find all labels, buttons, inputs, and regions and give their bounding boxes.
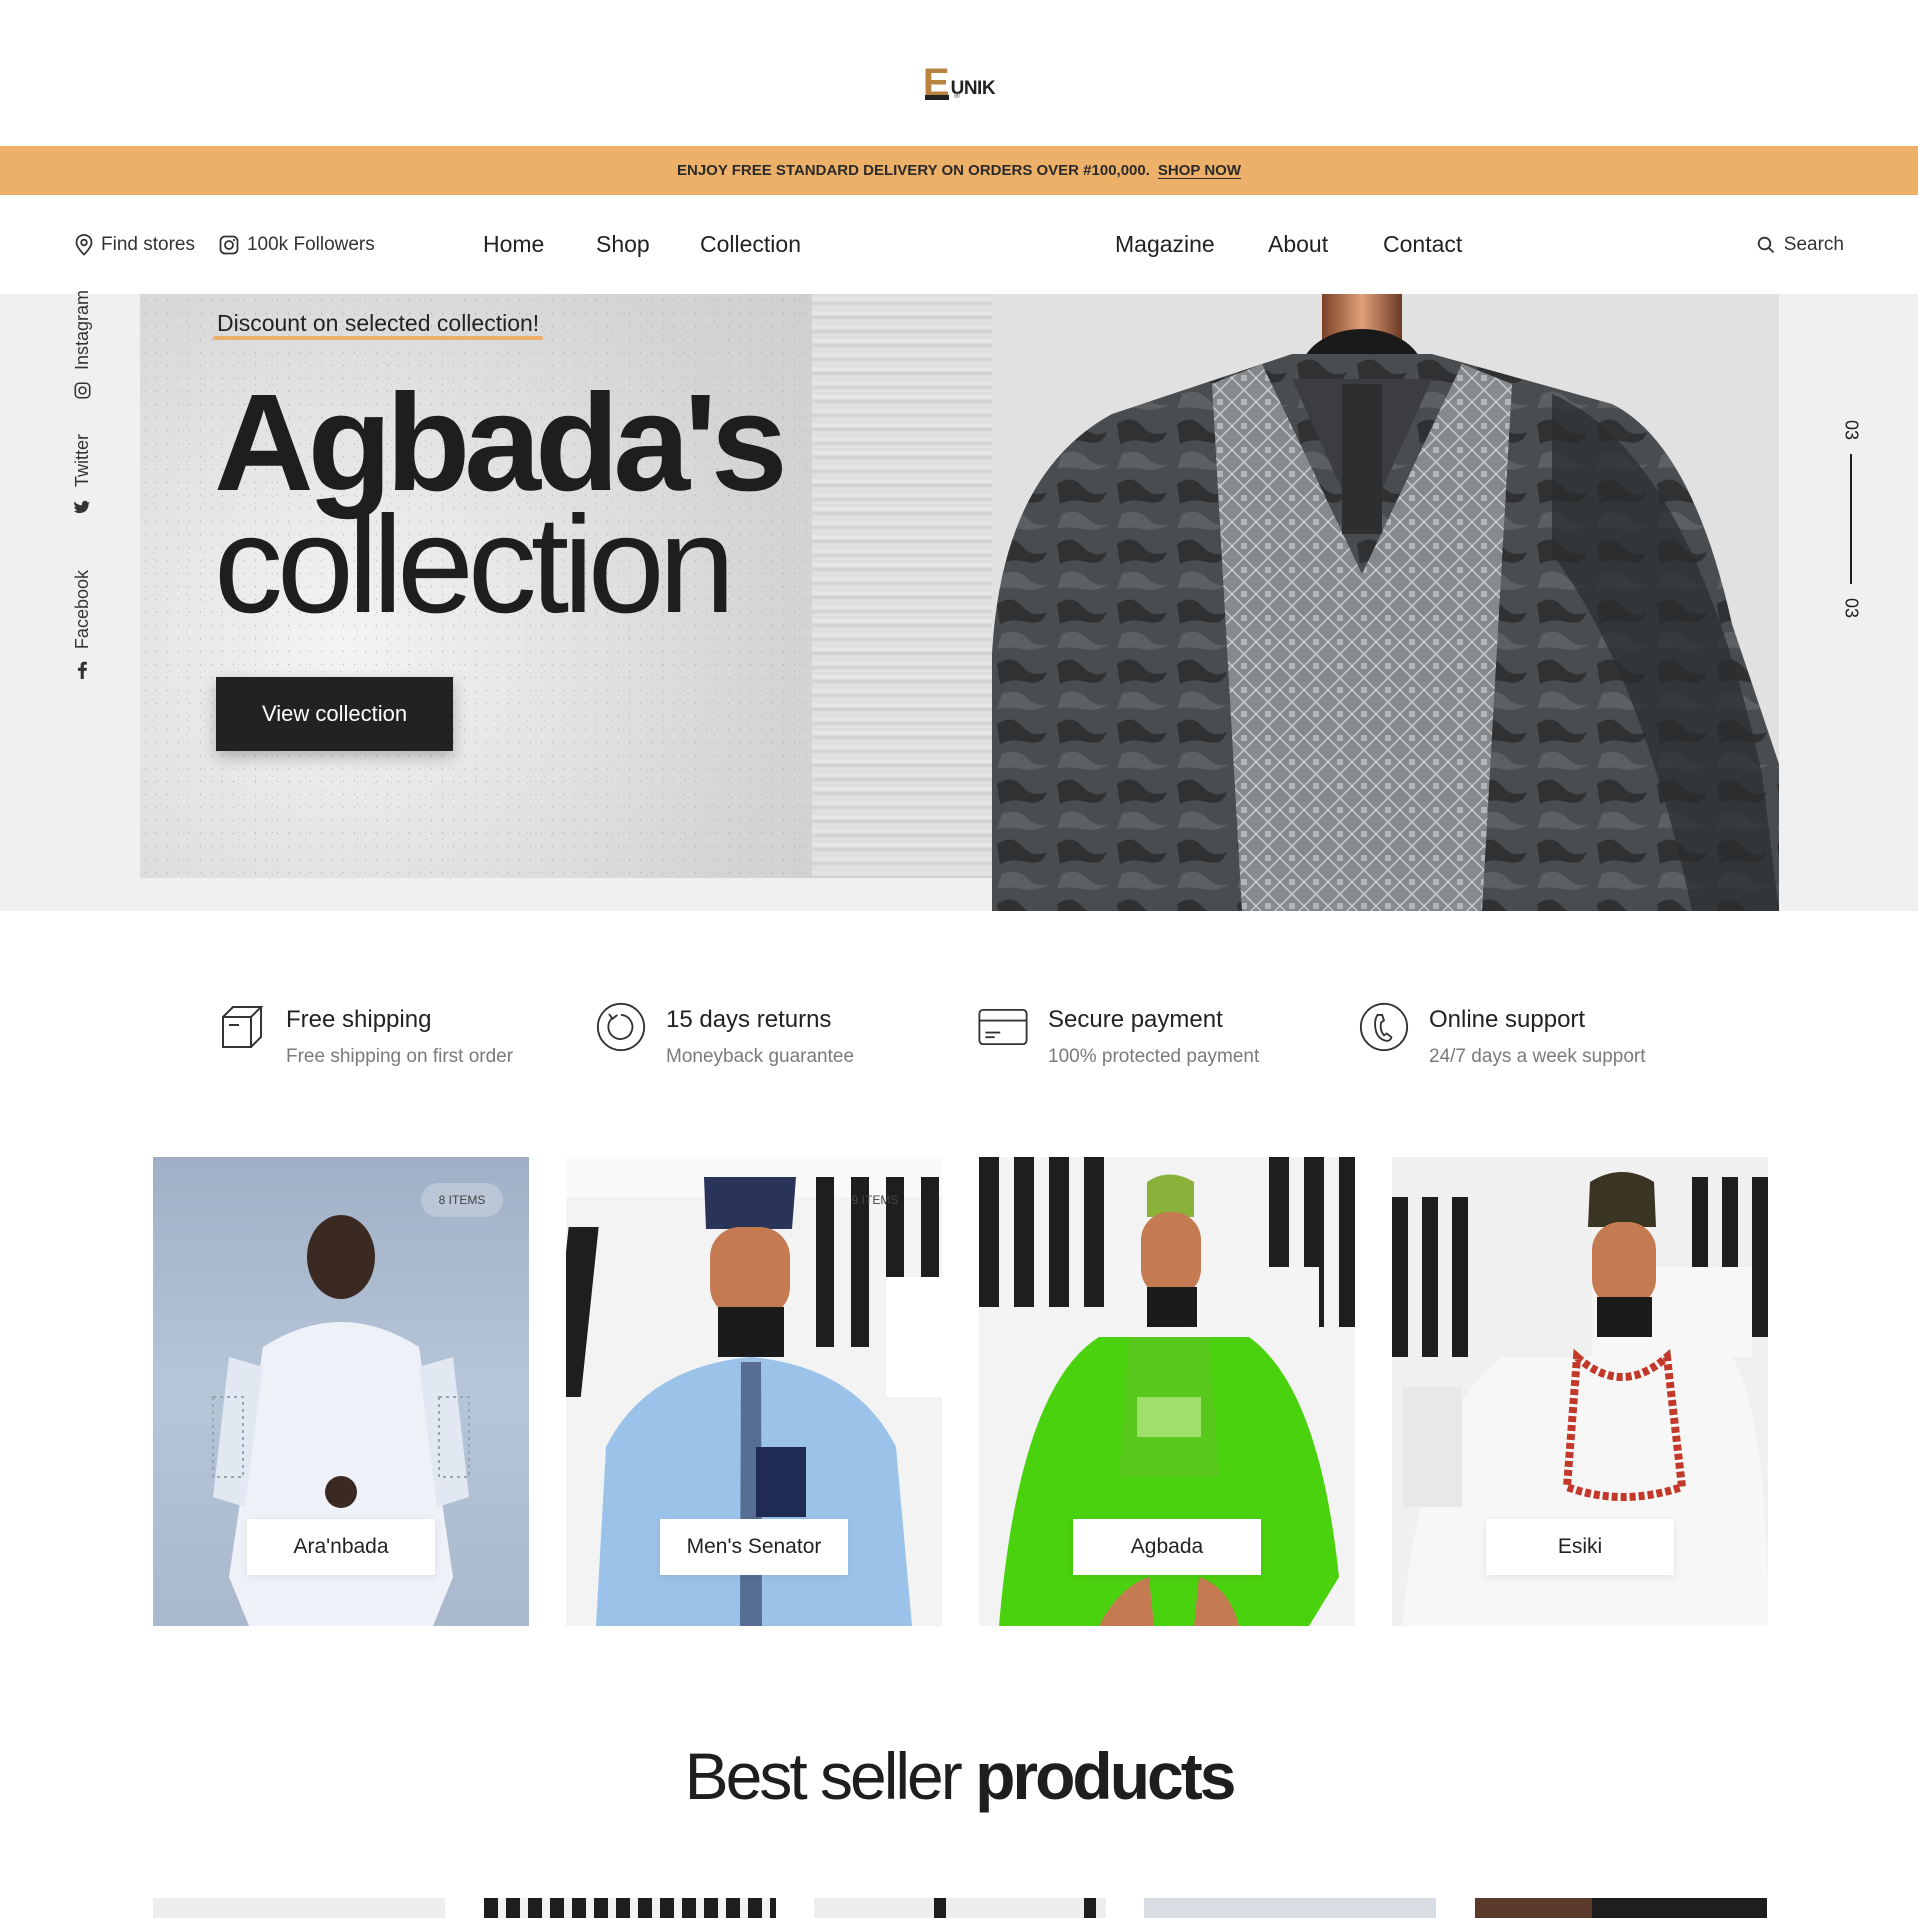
hero-discount-tag: Discount on selected collection! [212,310,544,340]
agbada-mannequin-image [992,294,1779,911]
logo-letter: E [922,61,950,105]
category-label: Men's Senator [660,1519,848,1575]
nav-contact[interactable]: Contact [1383,231,1462,258]
twitter-icon [73,500,91,514]
features-row: Free shipping Free shipping on first ord… [0,1000,1918,1090]
feature-online-support: Online support 24/7 days a week support [1359,1000,1646,1068]
slide-progress-line [1850,454,1852,585]
feature-desc: Free shipping on first order [286,1046,514,1067]
promo-text: ENJOY FREE STANDARD DELIVERY ON ORDERS O… [677,162,1150,179]
social-facebook-label: Facebook [71,570,92,650]
feature-desc: Moneyback guarantee [666,1046,855,1067]
nav-magazine[interactable]: Magazine [1115,231,1215,258]
best-seller-heading: Best seller products [0,1738,1918,1814]
social-instagram-label: Instagram [71,290,92,371]
feature-desc: 100% protected payment [1048,1046,1260,1067]
feature-free-shipping: Free shipping Free shipping on first ord… [216,1000,513,1068]
product-card[interactable] [484,1898,776,1918]
logo-registered-mark: ® [952,91,961,100]
instagram-icon [74,382,90,399]
feature-title: 15 days returns [666,1006,832,1033]
card-icon [978,1008,1028,1046]
product-card[interactable] [1475,1898,1767,1918]
feature-desc: 24/7 days a week support [1429,1046,1646,1067]
search-icon [1757,236,1774,253]
category-item-count [1247,1183,1329,1217]
nav-home[interactable]: Home [483,231,544,258]
feature-title: Free shipping [286,1006,432,1033]
hero-image-agbada [992,294,1779,911]
social-twitter-label: Twitter [71,434,92,488]
product-card[interactable] [814,1898,1106,1918]
best-seller-highlight: products [975,1739,1236,1813]
feature-secure-payment: Secure payment 100% protected payment [978,1000,1259,1068]
category-label: Ara'nbada [247,1519,435,1575]
promo-bar: ENJOY FREE STANDARD DELIVERY ON ORDERS O… [0,146,1918,195]
location-pin-icon [75,233,93,256]
hero-title-line2: collection [214,488,735,642]
slide-counter: 03 03 [1836,420,1866,618]
nav-shop[interactable]: Shop [596,231,650,258]
followers-label: 100k Followers [246,233,375,255]
social-facebook-link[interactable]: Facebook [62,570,102,680]
support-icon [1359,1002,1409,1052]
category-item-count: 8 ITEMS [421,1183,503,1217]
box-icon [222,1006,264,1048]
category-label: Agbada [1073,1519,1261,1575]
slide-current: 03 [1841,420,1862,441]
category-card-mens-senator[interactable]: 9 ITEMS Men's Senator [566,1157,942,1626]
facebook-icon [77,661,87,680]
category-card-aranbada[interactable]: 8 ITEMS Ara'nbada [153,1157,529,1626]
feature-title: Secure payment [1048,1006,1223,1033]
feature-returns: 15 days returns Moneyback guarantee [596,1000,854,1068]
best-seller-prefix: Best seller [684,1739,963,1813]
product-card[interactable] [153,1898,445,1918]
search-label: Search [1783,233,1844,255]
header-logo-area: E UNIK ® [0,0,1918,146]
find-stores-link[interactable]: Find stores [75,234,195,256]
product-card[interactable] [1144,1898,1436,1918]
category-item-count: 9 ITEMS [851,1193,899,1207]
social-instagram-link[interactable]: Instagram [62,290,102,399]
nav-collection[interactable]: Collection [700,231,801,258]
main-nav: Find stores 100k Followers Home Shop Col… [0,195,1918,294]
brand-logo[interactable]: E UNIK ® [922,61,996,105]
promo-shop-now-link[interactable]: SHOP NOW [1158,162,1241,179]
category-label: Esiki [1486,1519,1674,1575]
nav-about[interactable]: About [1268,231,1328,258]
slide-total: 03 [1841,598,1862,619]
view-collection-button[interactable]: View collection [216,677,453,751]
category-item-count [1660,1183,1742,1217]
category-card-esiki[interactable]: Esiki [1392,1157,1768,1626]
hero-background-strip [812,294,992,878]
instagram-icon [219,235,239,254]
feature-title: Online support [1429,1006,1586,1033]
social-links-vertical: Instagram Twitter Facebook [62,290,102,694]
search-button[interactable]: Search [1757,195,1844,294]
category-card-agbada[interactable]: Agbada [979,1157,1355,1626]
find-stores-label: Find stores [101,233,195,255]
followers-link[interactable]: 100k Followers [219,234,375,256]
return-icon [596,1002,646,1052]
social-twitter-link[interactable]: Twitter [62,434,102,515]
